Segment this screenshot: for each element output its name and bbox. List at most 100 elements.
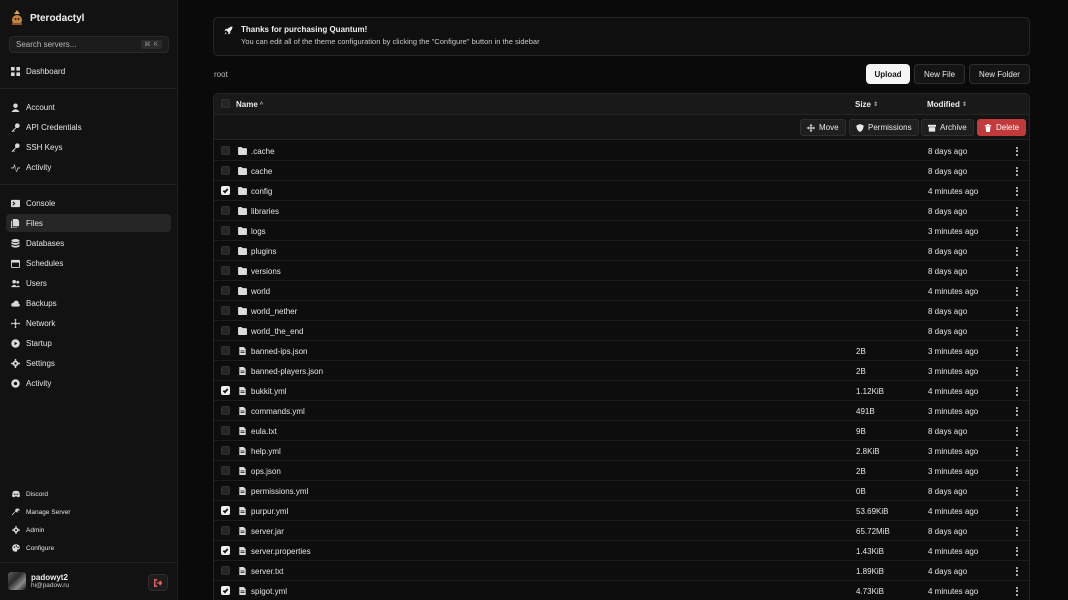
row-menu-icon[interactable] xyxy=(1012,305,1022,317)
sidebar-item-users[interactable]: Users xyxy=(6,274,171,292)
row-menu-icon[interactable] xyxy=(1012,545,1022,557)
row-checkbox[interactable] xyxy=(221,266,230,275)
column-header-size[interactable]: Size ⇕ xyxy=(855,100,878,109)
row-menu-icon[interactable] xyxy=(1012,185,1022,197)
row-menu-icon[interactable] xyxy=(1012,485,1022,497)
sidebar-item-dashboard[interactable]: Dashboard xyxy=(6,62,171,80)
row-menu-icon[interactable] xyxy=(1012,325,1022,337)
table-row[interactable]: bukkit.yml 1.12KiB 4 minutes ago xyxy=(214,381,1029,401)
row-checkbox[interactable] xyxy=(221,526,230,535)
sidebar-item-schedules[interactable]: Schedules xyxy=(6,254,171,272)
sidebar-item-files[interactable]: Files xyxy=(6,214,171,232)
row-menu-icon[interactable] xyxy=(1012,505,1022,517)
row-menu-icon[interactable] xyxy=(1012,445,1022,457)
upload-button[interactable]: Upload xyxy=(866,64,910,84)
column-header-modified[interactable]: Modified ⇕ xyxy=(927,100,967,109)
row-checkbox[interactable] xyxy=(221,306,230,315)
row-menu-icon[interactable] xyxy=(1012,205,1022,217)
archive-button[interactable]: Archive xyxy=(921,119,974,136)
table-row[interactable]: help.yml 2.8KiB 3 minutes ago xyxy=(214,441,1029,461)
row-menu-icon[interactable] xyxy=(1012,585,1022,597)
row-checkbox[interactable] xyxy=(221,546,230,555)
row-menu-icon[interactable] xyxy=(1012,225,1022,237)
row-menu-icon[interactable] xyxy=(1012,265,1022,277)
row-menu-icon[interactable] xyxy=(1012,525,1022,537)
column-header-name[interactable]: Name ^ xyxy=(236,100,263,109)
sidebar-item-account[interactable]: Account xyxy=(6,98,171,116)
table-row[interactable]: purpur.yml 53.69KiB 4 minutes ago xyxy=(214,501,1029,521)
table-row[interactable]: world_the_end 8 days ago xyxy=(214,321,1029,341)
row-checkbox[interactable] xyxy=(221,486,230,495)
new-folder-button[interactable]: New Folder xyxy=(969,64,1030,84)
row-checkbox[interactable] xyxy=(221,366,230,375)
row-checkbox[interactable] xyxy=(221,186,230,195)
row-checkbox[interactable] xyxy=(221,286,230,295)
brand[interactable]: Pterodactyl xyxy=(10,10,84,26)
breadcrumb[interactable]: root xyxy=(214,70,228,79)
row-checkbox[interactable] xyxy=(221,446,230,455)
sidebar-item-configure[interactable]: Configure xyxy=(6,539,171,557)
row-checkbox[interactable] xyxy=(221,426,230,435)
sidebar-item-settings[interactable]: Settings xyxy=(6,354,171,372)
table-row[interactable]: commands.yml 491B 3 minutes ago xyxy=(214,401,1029,421)
sidebar-item-activity[interactable]: Activity xyxy=(6,158,171,176)
sidebar-item-manage-server[interactable]: Manage Server xyxy=(6,503,171,521)
logout-button[interactable] xyxy=(148,574,168,591)
row-menu-icon[interactable] xyxy=(1012,465,1022,477)
table-row[interactable]: spigot.yml 4.73KiB 4 minutes ago xyxy=(214,581,1029,600)
select-all-checkbox[interactable] xyxy=(221,99,230,108)
row-checkbox[interactable] xyxy=(221,226,230,235)
table-row[interactable]: world_nether 8 days ago xyxy=(214,301,1029,321)
sidebar-item-startup[interactable]: Startup xyxy=(6,334,171,352)
row-menu-icon[interactable] xyxy=(1012,385,1022,397)
table-row[interactable]: versions 8 days ago xyxy=(214,261,1029,281)
move-button[interactable]: Move xyxy=(800,119,846,136)
row-checkbox[interactable] xyxy=(221,206,230,215)
table-row[interactable]: config 4 minutes ago xyxy=(214,181,1029,201)
row-checkbox[interactable] xyxy=(221,146,230,155)
sidebar-item-admin[interactable]: Admin xyxy=(6,521,171,539)
sidebar-item-discord[interactable]: Discord xyxy=(6,485,171,503)
row-checkbox[interactable] xyxy=(221,406,230,415)
table-row[interactable]: world 4 minutes ago xyxy=(214,281,1029,301)
row-checkbox[interactable] xyxy=(221,386,230,395)
row-menu-icon[interactable] xyxy=(1012,145,1022,157)
row-checkbox[interactable] xyxy=(221,566,230,575)
table-row[interactable]: banned-ips.json 2B 3 minutes ago xyxy=(214,341,1029,361)
row-menu-icon[interactable] xyxy=(1012,425,1022,437)
table-row[interactable]: server.properties 1.43KiB 4 minutes ago xyxy=(214,541,1029,561)
row-menu-icon[interactable] xyxy=(1012,565,1022,577)
table-row[interactable]: server.txt 1.89KiB 4 days ago xyxy=(214,561,1029,581)
row-menu-icon[interactable] xyxy=(1012,285,1022,297)
table-row[interactable]: .cache 8 days ago xyxy=(214,141,1029,161)
row-menu-icon[interactable] xyxy=(1012,405,1022,417)
sidebar-item-ssh-keys[interactable]: SSH Keys xyxy=(6,138,171,156)
row-checkbox[interactable] xyxy=(221,346,230,355)
table-row[interactable]: libraries 8 days ago xyxy=(214,201,1029,221)
user-profile[interactable]: padowyt2 hi@padow.ru xyxy=(8,572,69,590)
table-row[interactable]: logs 3 minutes ago xyxy=(214,221,1029,241)
sidebar-item-backups[interactable]: Backups xyxy=(6,294,171,312)
sidebar-item-databases[interactable]: Databases xyxy=(6,234,171,252)
row-checkbox[interactable] xyxy=(221,466,230,475)
permissions-button[interactable]: Permissions xyxy=(849,119,919,136)
table-row[interactable]: cache 8 days ago xyxy=(214,161,1029,181)
row-checkbox[interactable] xyxy=(221,326,230,335)
table-row[interactable]: banned-players.json 2B 3 minutes ago xyxy=(214,361,1029,381)
table-row[interactable]: server.jar 65.72MiB 8 days ago xyxy=(214,521,1029,541)
new-file-button[interactable]: New File xyxy=(914,64,965,84)
row-menu-icon[interactable] xyxy=(1012,245,1022,257)
sidebar-item-network[interactable]: Network xyxy=(6,314,171,332)
row-menu-icon[interactable] xyxy=(1012,365,1022,377)
table-row[interactable]: plugins 8 days ago xyxy=(214,241,1029,261)
row-checkbox[interactable] xyxy=(221,586,230,595)
sidebar-item-api-credentials[interactable]: API Credentials xyxy=(6,118,171,136)
row-checkbox[interactable] xyxy=(221,506,230,515)
table-row[interactable]: permissions.yml 0B 8 days ago xyxy=(214,481,1029,501)
table-row[interactable]: ops.json 2B 3 minutes ago xyxy=(214,461,1029,481)
table-row[interactable]: eula.txt 9B 8 days ago xyxy=(214,421,1029,441)
sidebar-item-server-activity[interactable]: Activity xyxy=(6,374,171,392)
row-menu-icon[interactable] xyxy=(1012,165,1022,177)
sidebar-item-console[interactable]: Console xyxy=(6,194,171,212)
delete-button[interactable]: Delete xyxy=(977,119,1027,136)
